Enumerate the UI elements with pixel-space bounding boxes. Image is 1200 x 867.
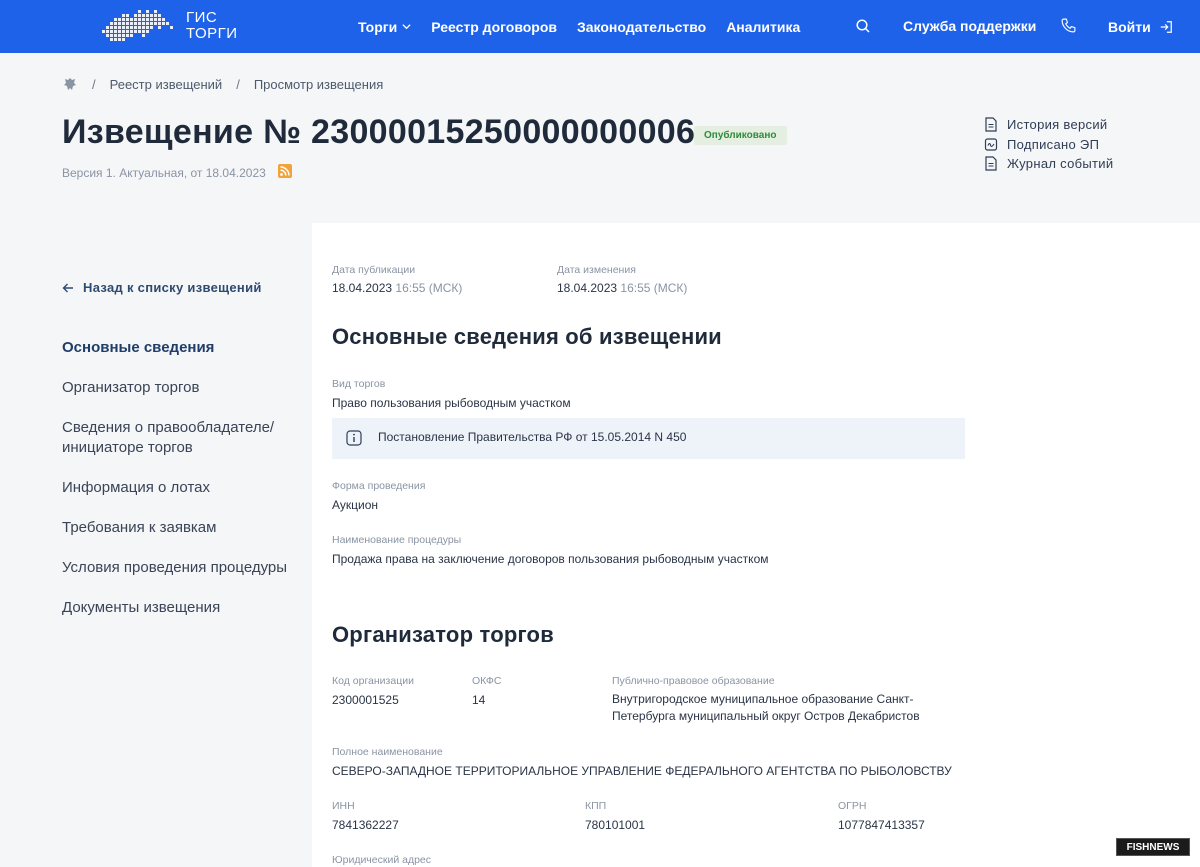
breadcrumb: / Реестр извещений / Просмотр извещения: [62, 76, 383, 92]
sidebar-item-organizer[interactable]: Организатор торгов: [62, 378, 292, 398]
section-sidebar: Назад к списку извещений Основные сведен…: [0, 223, 312, 867]
inn-value: 7841362227: [332, 818, 399, 832]
ppo-label: Публично-правовое образование: [612, 675, 775, 687]
ppo-value: Внутригородское муниципальное образовани…: [612, 692, 920, 723]
logo-text: ГИС ТОРГИ: [186, 9, 238, 42]
login-button[interactable]: Войти: [1108, 0, 1173, 53]
chevron-down-icon: [402, 24, 411, 30]
okfs-value: 14: [472, 693, 486, 707]
full-name-label: Полное наименование: [332, 746, 443, 758]
sidebar-item-main-info[interactable]: Основные сведения: [62, 338, 292, 358]
signed-ep-link[interactable]: Подписано ЭП: [984, 135, 1113, 155]
breadcrumb-view-notice: Просмотр извещения: [253, 76, 384, 92]
publication-date-label: Дата публикации: [332, 264, 416, 276]
sidebar-item-procedure-terms[interactable]: Условия проведения процедуры: [62, 558, 292, 578]
document-icon: [985, 117, 997, 132]
breadcrumb-notices-registry[interactable]: Реестр извещений: [110, 77, 223, 92]
org-code-value: 2300001525: [332, 693, 399, 707]
version-info: Версия 1. Актуальная, от 18.04.2023: [62, 166, 266, 180]
section-title-organizer: Организатор торгов: [332, 622, 554, 647]
form-value: Аукцион: [332, 498, 378, 512]
watermark: FISHNEWS: [1116, 838, 1190, 856]
form-label: Форма проведения: [332, 480, 426, 492]
okfs-label: ОКФС: [472, 675, 502, 687]
nav-legislation[interactable]: Законодательство: [577, 19, 706, 35]
modification-date: 18.04.2023 16:55 (МСК): [557, 281, 688, 295]
kpp-value: 780101001: [585, 818, 646, 832]
support-link[interactable]: Служба поддержки: [903, 0, 1036, 53]
info-icon: [346, 430, 362, 446]
notice-actions: История версий Подписано ЭП Журнал событ…: [984, 115, 1113, 174]
auction-type-label: Вид торгов: [332, 378, 386, 390]
rss-icon[interactable]: [278, 164, 292, 178]
status-badge: Опубликовано: [694, 126, 787, 145]
procedure-name-value: Продажа права на заключение договоров по…: [332, 552, 769, 566]
section-title-main-info: Основные сведения об извещении: [332, 324, 722, 349]
notice-header: / Реестр извещений / Просмотр извещения …: [0, 53, 1200, 223]
login-icon: [1160, 20, 1172, 33]
kpp-label: КПП: [585, 800, 607, 812]
legal-address-label: Юридический адрес: [332, 854, 432, 866]
ogrn-value: 1077847413357: [838, 818, 925, 832]
sidebar-item-lots[interactable]: Информация о лотах: [62, 478, 292, 498]
sidebar-item-rightholder[interactable]: Сведения о правообладателе/ инициаторе т…: [62, 418, 292, 458]
org-code-label: Код организации: [332, 675, 414, 687]
procedure-name-label: Наименование процедуры: [332, 534, 462, 546]
publication-date: 18.04.2023 16:55 (МСК): [332, 281, 463, 295]
sidebar-item-documents[interactable]: Документы извещения: [62, 598, 292, 618]
main-nav: Торги Реестр договоров Законодательство …: [358, 0, 820, 53]
top-navbar: ГИС ТОРГИ Торги Реестр договоров Законод…: [0, 0, 1200, 53]
signature-icon: [984, 138, 998, 151]
arrow-left-icon: [62, 283, 73, 292]
coat-of-arms-icon[interactable]: [62, 76, 78, 92]
search-icon[interactable]: [855, 18, 871, 34]
modification-date-label: Дата изменения: [557, 264, 636, 276]
document-icon: [985, 156, 997, 171]
regulation-note: Постановление Правительства РФ от 15.05.…: [332, 418, 965, 459]
section-nav: Основные сведения Организатор торгов Све…: [62, 338, 292, 638]
nav-analytics[interactable]: Аналитика: [726, 19, 800, 35]
phone-icon[interactable]: [1060, 17, 1077, 34]
nav-auctions[interactable]: Торги: [358, 19, 411, 35]
ogrn-label: ОГРН: [838, 800, 867, 812]
russia-map-logo-icon: [102, 10, 173, 41]
logo[interactable]: ГИС ТОРГИ: [100, 8, 238, 44]
inn-label: ИНН: [332, 800, 355, 812]
page-title: Извещение № 23000015250000000006: [62, 113, 696, 151]
full-name-value: СЕВЕРО-ЗАПАДНОЕ ТЕРРИТОРИАЛЬНОЕ УПРАВЛЕН…: [332, 764, 952, 778]
event-log-link[interactable]: Журнал событий: [984, 154, 1113, 174]
version-history-link[interactable]: История версий: [984, 115, 1113, 135]
nav-contracts-registry[interactable]: Реестр договоров: [431, 19, 557, 35]
sidebar-item-requirements[interactable]: Требования к заявкам: [62, 518, 292, 538]
notice-content: Дата публикации 18.04.2023 16:55 (МСК) Д…: [332, 223, 1200, 867]
regulation-note-text: Постановление Правительства РФ от 15.05.…: [378, 430, 687, 444]
back-to-list-link[interactable]: Назад к списку извещений: [62, 280, 262, 295]
auction-type-value: Право пользования рыбоводным участком: [332, 396, 571, 410]
